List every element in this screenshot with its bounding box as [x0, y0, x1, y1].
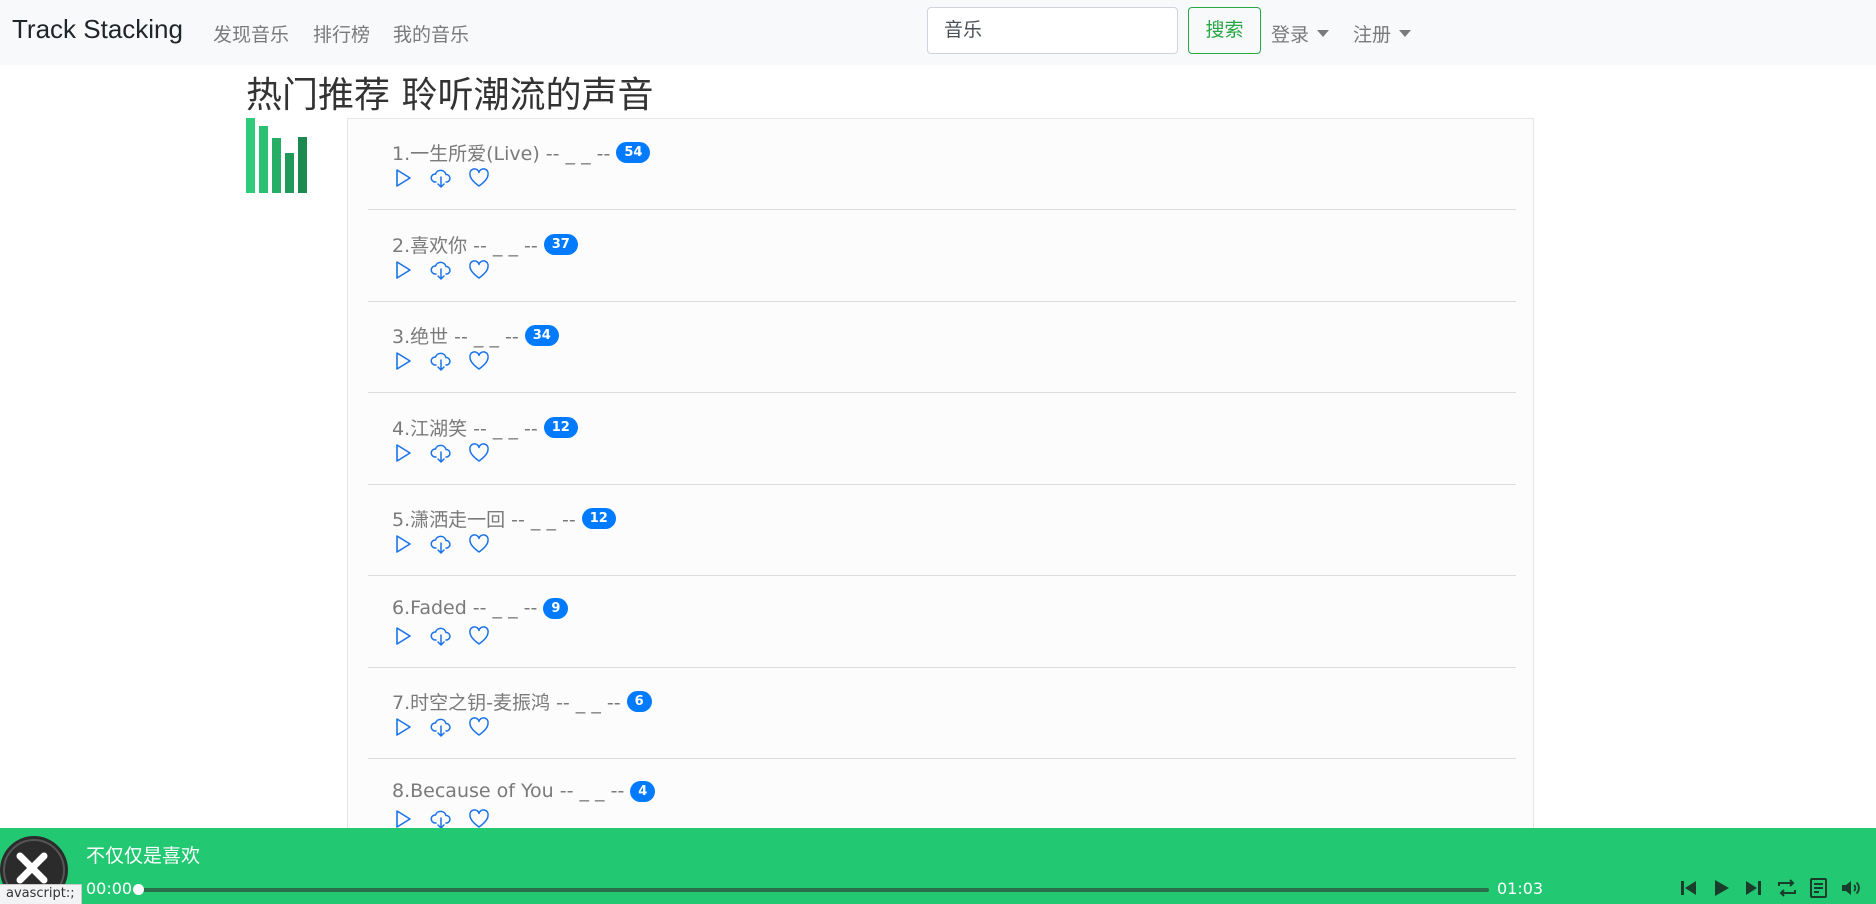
cloud-download-icon[interactable]: [430, 259, 452, 281]
heart-icon[interactable]: [468, 350, 490, 372]
navbar: Track Stacking 发现音乐 排行榜 我的音乐 音乐 搜索 登录 注册: [0, 0, 1876, 65]
chevron-down-icon: [1399, 30, 1412, 37]
volume-icon[interactable]: [1839, 876, 1863, 900]
heart-icon[interactable]: [468, 808, 490, 830]
song-title-text: 2.喜欢你 -- _ _ --: [392, 235, 538, 257]
song-title-text: 1.一生所爱(Live) -- _ _ --: [392, 143, 611, 165]
skip-forward-icon[interactable]: [1741, 876, 1765, 900]
play-icon[interactable]: [392, 808, 414, 830]
song-actions: [392, 808, 490, 830]
cloud-download-icon[interactable]: [430, 716, 452, 738]
login-label: 登录: [1271, 24, 1310, 46]
play-icon[interactable]: [392, 625, 414, 647]
heart-icon[interactable]: [468, 716, 490, 738]
song-title-text: 7.时空之钥-麦振鸿 -- _ _ --: [392, 692, 621, 714]
play-count-badge: 12: [543, 417, 578, 438]
play-icon[interactable]: [392, 259, 414, 281]
play-count-badge: 4: [630, 780, 656, 802]
song-list-item: 4.江湖笑 -- _ _ -- 12: [368, 394, 1516, 485]
search-button[interactable]: 搜索: [1188, 7, 1261, 54]
search-input[interactable]: 音乐: [927, 7, 1178, 54]
song-actions: [392, 716, 490, 738]
page-title: 热门推荐 聆听潮流的声音: [246, 75, 654, 116]
play-count-badge: 34: [524, 325, 559, 346]
song-list: 1.一生所爱(Live) -- _ _ -- 54 2.喜欢你 -- _ _ -…: [347, 118, 1534, 851]
current-time: 00:00: [86, 879, 133, 898]
song-title[interactable]: 6.Faded -- _ _ -- 9: [392, 597, 569, 619]
cloud-download-icon[interactable]: [430, 533, 452, 555]
heart-icon[interactable]: [468, 533, 490, 555]
register-dropdown[interactable]: 注册: [1353, 20, 1412, 47]
heart-icon[interactable]: [468, 625, 490, 647]
song-actions: [392, 442, 490, 464]
song-list-item: 7.时空之钥-麦振鸿 -- _ _ -- 6: [368, 668, 1516, 759]
heart-icon[interactable]: [468, 259, 490, 281]
nav-charts[interactable]: 排行榜: [313, 20, 370, 47]
cloud-download-icon[interactable]: [430, 625, 452, 647]
song-title-text: 8.Because of You -- _ _ --: [392, 780, 625, 802]
song-title-text: 4.江湖笑 -- _ _ --: [392, 418, 538, 440]
cloud-download-icon[interactable]: [430, 442, 452, 464]
play-count-badge: 54: [616, 142, 651, 163]
nav-discover-music[interactable]: 发现音乐: [213, 20, 289, 47]
song-list-item: 3.绝世 -- _ _ -- 34: [368, 302, 1516, 393]
music-player-bar: 不仅仅是喜欢 00:00 01:03: [0, 828, 1876, 904]
cloud-download-icon[interactable]: [430, 350, 452, 372]
song-title[interactable]: 8.Because of You -- _ _ -- 4: [392, 780, 656, 802]
heart-icon[interactable]: [468, 442, 490, 464]
progress-bar[interactable]: [139, 888, 1489, 892]
song-actions: [392, 533, 490, 555]
song-title-text: 6.Faded -- _ _ --: [392, 597, 538, 619]
play-icon[interactable]: [392, 533, 414, 555]
cloud-download-icon[interactable]: [430, 808, 452, 830]
song-title[interactable]: 4.江湖笑 -- _ _ -- 12: [392, 414, 578, 441]
song-title-text: 3.绝世 -- _ _ --: [392, 326, 519, 348]
play-icon[interactable]: [392, 350, 414, 372]
song-list-item: 2.喜欢你 -- _ _ -- 37: [368, 211, 1516, 302]
song-actions: [392, 259, 490, 281]
song-title-text: 5.潇洒走一回 -- _ _ --: [392, 509, 576, 531]
total-time: 01:03: [1497, 879, 1544, 898]
song-list-item: 1.一生所爱(Live) -- _ _ -- 54: [368, 119, 1516, 210]
chevron-down-icon: [1317, 30, 1330, 37]
play-count-badge: 9: [543, 597, 569, 619]
skip-back-icon[interactable]: [1677, 876, 1701, 900]
song-title[interactable]: 7.时空之钥-麦振鸿 -- _ _ -- 6: [392, 688, 652, 715]
playlist-icon[interactable]: [1807, 876, 1831, 900]
song-list-item: 6.Faded -- _ _ -- 9: [368, 577, 1516, 668]
song-title[interactable]: 5.潇洒走一回 -- _ _ -- 12: [392, 505, 616, 532]
play-count-badge: 6: [626, 691, 652, 712]
song-actions: [392, 350, 490, 372]
equalizer-bars-icon: [246, 118, 307, 193]
now-playing-title: 不仅仅是喜欢: [86, 845, 201, 867]
loop-icon[interactable]: [1775, 876, 1799, 900]
song-title[interactable]: 1.一生所爱(Live) -- _ _ -- 54: [392, 139, 651, 166]
play-count-badge: 37: [543, 234, 578, 255]
play-icon[interactable]: [392, 716, 414, 738]
play-icon[interactable]: [392, 442, 414, 464]
song-title[interactable]: 3.绝世 -- _ _ -- 34: [392, 322, 559, 349]
register-label: 注册: [1353, 24, 1392, 46]
play-count-badge: 12: [581, 508, 616, 529]
song-list-item: 5.潇洒走一回 -- _ _ -- 12: [368, 485, 1516, 576]
login-dropdown[interactable]: 登录: [1271, 20, 1330, 47]
song-actions: [392, 625, 490, 647]
song-actions: [392, 167, 490, 189]
song-title[interactable]: 2.喜欢你 -- _ _ -- 37: [392, 231, 578, 258]
play-icon[interactable]: [1709, 876, 1733, 900]
browser-status-url: avascript:;: [0, 884, 82, 904]
play-icon[interactable]: [392, 167, 414, 189]
cloud-download-icon[interactable]: [430, 167, 452, 189]
progress-knob[interactable]: [133, 884, 144, 895]
brand-logo[interactable]: Track Stacking: [12, 14, 183, 45]
heart-icon[interactable]: [468, 167, 490, 189]
nav-my-music[interactable]: 我的音乐: [393, 20, 469, 47]
